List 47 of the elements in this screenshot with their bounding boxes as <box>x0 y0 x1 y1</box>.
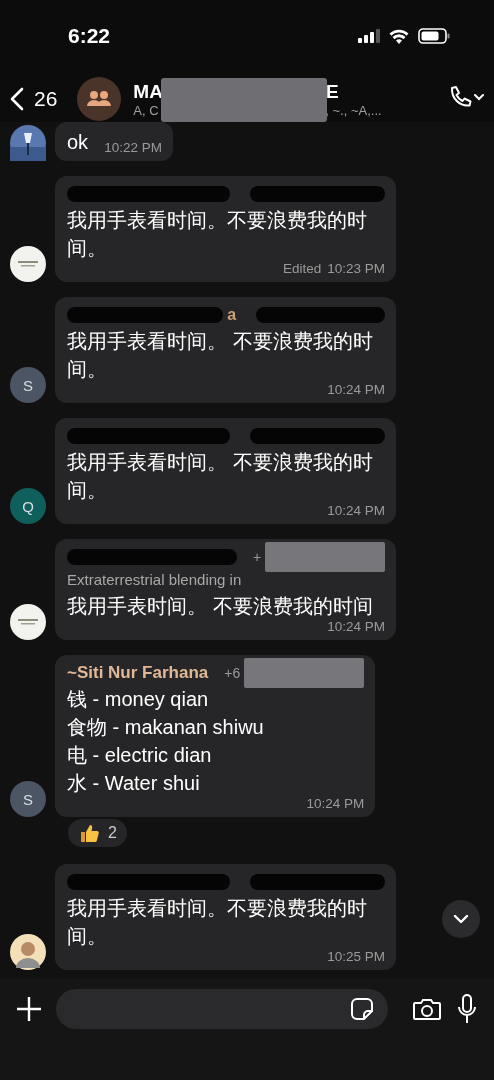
edited-label: Edited <box>282 260 322 277</box>
message-text: 钱 - money qian <box>67 687 210 712</box>
thumbs-up-icon <box>78 822 100 844</box>
phone-number: +6 <box>224 665 241 681</box>
message-text: 我用手表看时间。 不要浪费我的时间。 <box>67 450 374 503</box>
scroll-down-button[interactable] <box>442 900 480 938</box>
message-text: 我用手表看时间。不要浪费我的时间。 <box>67 896 368 949</box>
message-time: 10:24 PM <box>327 618 385 635</box>
message-text: 电 - electric dian <box>67 743 213 768</box>
message-text: 水 - Water shui <box>67 771 201 796</box>
avatar[interactable]: Q <box>10 488 46 524</box>
add-button[interactable] <box>16 996 42 1022</box>
wifi-icon <box>389 28 409 44</box>
reaction-chip[interactable]: 2 <box>66 817 129 849</box>
camera-button[interactable] <box>412 997 442 1021</box>
members-list: A, C <box>133 102 159 118</box>
chat-title[interactable]: E <box>325 80 339 103</box>
battery-icon <box>418 28 450 44</box>
avatar[interactable]: S <box>10 781 46 817</box>
message-time: 10:25 PM <box>327 948 385 965</box>
message-text: 我用手表时间。 不要浪费我的时间 <box>67 594 374 619</box>
status-time: 6:22 <box>68 24 111 48</box>
avatar-icon[interactable] <box>10 934 46 970</box>
message-time: 10:24 PM <box>306 795 365 812</box>
sender-about: Extraterrestrial blending in <box>67 571 243 588</box>
message-text: ok <box>67 130 89 155</box>
message-time: 10:23 PM <box>327 260 385 277</box>
chevron-down-icon[interactable] <box>453 914 469 924</box>
group-avatar-icon[interactable] <box>77 77 122 121</box>
sender-name: a <box>227 306 237 324</box>
message-text: 我用手表看时间。不要浪费我的时间。 <box>67 208 368 261</box>
message-text: 食物 - makanan shiwu <box>67 715 265 740</box>
back-icon[interactable] <box>10 87 24 111</box>
message-time: 10:24 PM <box>327 381 385 398</box>
phone-number: + <box>252 549 262 565</box>
signal-icon <box>358 29 380 43</box>
chat-title[interactable]: MA <box>133 80 163 103</box>
message-field[interactable] <box>56 989 388 1029</box>
message-time: 10:22 PM <box>104 139 162 156</box>
microphone-button[interactable] <box>456 994 478 1024</box>
back-button[interactable]: 26 <box>10 87 58 111</box>
members-list: ., ~., ~A,... <box>321 102 382 118</box>
sticker-icon[interactable] <box>350 997 374 1021</box>
message-time: 10:24 PM <box>327 502 385 519</box>
avatar[interactable]: S <box>10 367 46 403</box>
sender-name: ~Siti Nur Farhana <box>67 663 209 683</box>
message-text: 我用手表看时间。 不要浪费我的时间。 <box>67 329 374 382</box>
